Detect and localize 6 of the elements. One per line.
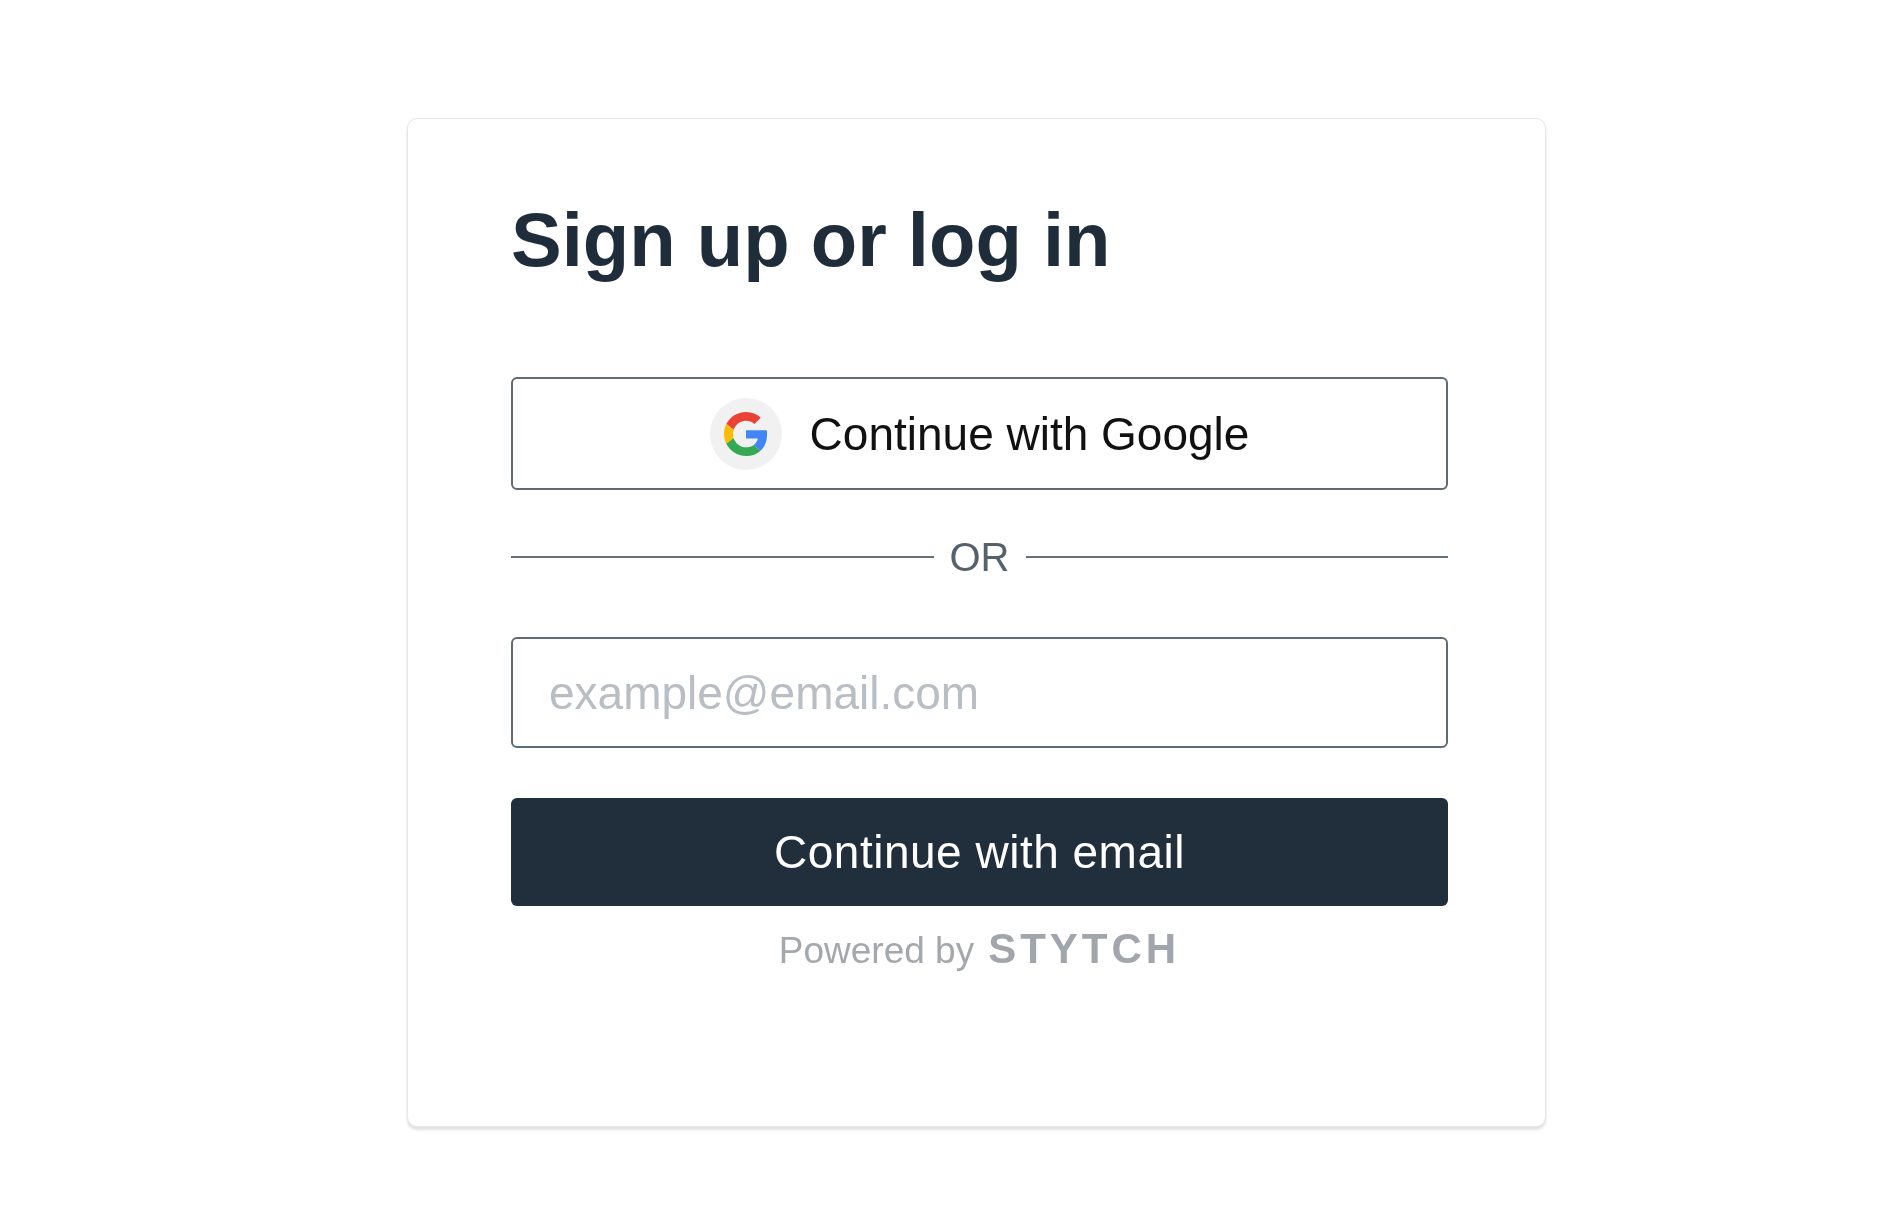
continue-email-button[interactable]: Continue with email xyxy=(511,798,1448,906)
powered-by-text: Powered by xyxy=(778,929,975,973)
google-sign-in-button[interactable]: Continue with Google xyxy=(511,377,1448,490)
email-field[interactable]: example@email.com xyxy=(511,637,1448,748)
divider-text: OR xyxy=(949,534,1010,581)
brand-logo: STYTCH xyxy=(988,927,1181,971)
